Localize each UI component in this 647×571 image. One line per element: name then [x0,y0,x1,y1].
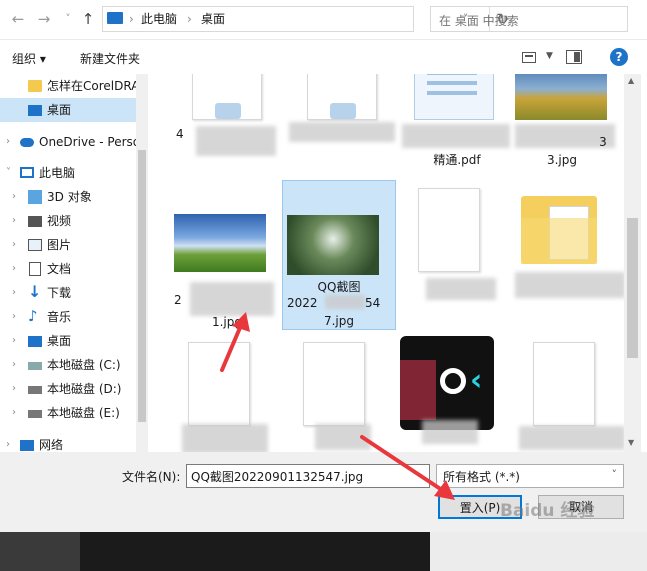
file-open-dialog: ← → ˅ ↑ › 此电脑 › 桌面 ˅ ↻ 在 桌面 中搜索 组织 ▾ 新建文… [0,0,647,571]
annotation-overlay [220,312,455,500]
red-arrow-2 [360,435,455,500]
red-arrow-1 [220,312,250,372]
